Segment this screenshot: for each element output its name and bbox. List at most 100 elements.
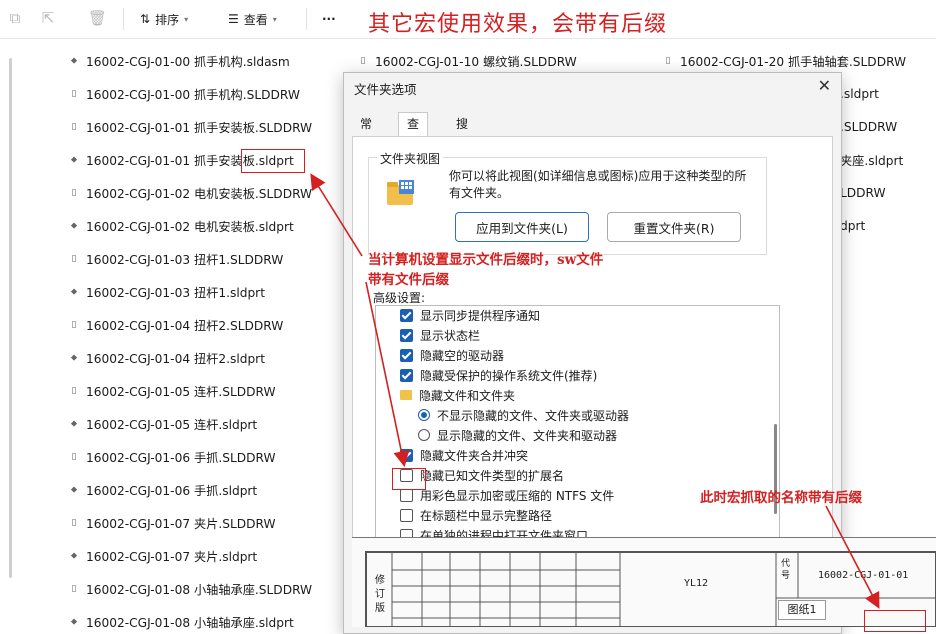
- file-name-fragment: .sldprt: [840, 87, 879, 101]
- close-icon[interactable]: ✕: [818, 76, 831, 95]
- file-name: 16002-CGJ-01-04 扭杆2.SLDDRW: [86, 319, 284, 333]
- file-item[interactable]: ⬥ 16002-CGJ-01-02 电机安装板.sldprt: [68, 217, 294, 235]
- file-item-partial[interactable]: .SLDDRW: [840, 118, 897, 136]
- file-name: 16002-CGJ-01-03 扭杆1.SLDDRW: [86, 253, 284, 267]
- file-item[interactable]: ▯ 16002-CGJ-01-07 夹片.SLDDRW: [68, 514, 276, 532]
- file-item-partial[interactable]: dprt: [840, 217, 865, 235]
- file-item[interactable]: ⬥ 16002-CGJ-01-03 扭杆1.sldprt: [68, 283, 265, 301]
- file-item[interactable]: ▯ 16002-CGJ-01-02 电机安装板.SLDDRW: [68, 184, 313, 202]
- chevron-down-icon: ▾: [272, 14, 277, 24]
- part-file-icon: ⬥: [70, 617, 78, 627]
- share-icon[interactable]: ⇱: [40, 10, 56, 26]
- radio-button[interactable]: [418, 409, 430, 421]
- checkbox[interactable]: [400, 308, 413, 322]
- checkbox[interactable]: [400, 488, 413, 502]
- advanced-option-6[interactable]: 显示隐藏的文件、文件夹和驱动器: [418, 426, 617, 444]
- file-item[interactable]: ▯ 16002-CGJ-01-10 螺纹销.SLDDRW: [357, 52, 577, 70]
- option-label: 隐藏空的驱动器: [420, 348, 505, 363]
- file-item[interactable]: ▯ 16002-CGJ-01-04 扭杆2.SLDDRW: [68, 316, 284, 334]
- delete-icon[interactable]: 🗑: [88, 10, 107, 26]
- file-item[interactable]: ⬥ 16002-CGJ-01-08 小轴轴承座.sldprt: [68, 613, 294, 631]
- file-name: 16002-CGJ-01-08 小轴轴承座.sldprt: [86, 616, 294, 630]
- file-name: 16002-CGJ-01-00 抓手机构.sldasm: [86, 55, 290, 69]
- file-name: 16002-CGJ-01-02 电机安装板.SLDDRW: [86, 187, 313, 201]
- file-name: 16002-CGJ-01-10 螺纹销.SLDDRW: [375, 55, 577, 69]
- file-item-partial[interactable]: 夹座.sldprt: [840, 151, 903, 169]
- view-button[interactable]: ☰ 查看 ▾: [228, 10, 277, 28]
- file-name-fragment: dprt: [840, 219, 866, 233]
- part-file-icon: ⬥: [70, 287, 78, 297]
- code-label: 代号: [781, 559, 791, 581]
- advanced-option-3[interactable]: 隐藏受保护的操作系统文件(推荐): [400, 366, 597, 384]
- drawing-file-icon: ▯: [71, 122, 77, 132]
- file-item[interactable]: ▯ 16002-CGJ-01-08 小轴轴承座.SLDDRW: [68, 580, 313, 598]
- dialog-title: 文件夹选项: [354, 82, 417, 97]
- advanced-settings-label: 高级设置:: [373, 291, 426, 305]
- radio-button[interactable]: [418, 429, 430, 441]
- advanced-option-2[interactable]: 隐藏空的驱动器: [400, 346, 504, 364]
- advanced-option-9[interactable]: 用彩色显示加密或压缩的 NTFS 文件: [400, 486, 614, 504]
- file-name-fragment: .SLDDRW: [840, 120, 898, 134]
- file-item[interactable]: ▯ 16002-CGJ-01-00 抓手机构.SLDDRW: [68, 85, 300, 103]
- file-item[interactable]: ⬥ 16002-CGJ-01-05 连杆.sldprt: [68, 415, 257, 433]
- advanced-option-10[interactable]: 在标题栏中显示完整路径: [400, 506, 552, 524]
- file-item[interactable]: ▯ 16002-CGJ-01-01 抓手安装板.SLDDRW: [68, 118, 313, 136]
- toolbar-separator: [123, 8, 124, 30]
- file-item[interactable]: ⬥ 16002-CGJ-01-00 抓手机构.sldasm: [68, 52, 290, 70]
- copy-icon[interactable]: ⧉: [7, 10, 23, 26]
- group-description: 你可以将此视图(如详细信息或图标)应用于这种类型的所有文件夹。: [449, 169, 747, 200]
- advanced-option-7[interactable]: 隐藏文件夹合并冲突: [400, 446, 528, 464]
- file-item[interactable]: ▯ 16002-CGJ-01-03 扭杆1.SLDDRW: [68, 250, 284, 268]
- part-file-icon: ⬥: [70, 485, 78, 495]
- file-item[interactable]: ▯ 16002-CGJ-01-05 连杆.SLDDRW: [68, 382, 276, 400]
- view-icon: ☰: [228, 12, 239, 26]
- checkbox[interactable]: [400, 328, 413, 342]
- file-name-fragment: LDDRW: [840, 186, 886, 200]
- advanced-option-4[interactable]: 隐藏文件和文件夹: [400, 386, 515, 404]
- checkbox[interactable]: [400, 508, 413, 522]
- annotation-title: 其它宏使用效果，会带有后缀: [368, 12, 668, 37]
- file-item[interactable]: ▯ 16002-CGJ-01-20 抓手轴轴套.SLDDRW: [662, 52, 907, 70]
- annotation-extension-line2: 带有文件后缀: [368, 272, 449, 288]
- file-item-partial[interactable]: .sldprt: [840, 85, 879, 103]
- file-item[interactable]: ▯ 16002-CGJ-01-06 手抓.SLDDRW: [68, 448, 276, 466]
- checkbox[interactable]: [400, 448, 413, 462]
- option-label: 用彩色显示加密或压缩的 NTFS 文件: [420, 488, 615, 503]
- drawing-file-icon: ▯: [71, 89, 77, 99]
- title-block-text: YL12: [684, 578, 709, 589]
- option-label: 隐藏文件和文件夹: [419, 388, 516, 403]
- file-name: 16002-CGJ-01-02 电机安装板.sldprt: [86, 220, 294, 234]
- apply-to-folders-button[interactable]: 应用到文件夹(L): [455, 212, 589, 242]
- option-label: 隐藏已知文件类型的扩展名: [420, 468, 565, 483]
- advanced-option-1[interactable]: 显示状态栏: [400, 326, 480, 344]
- file-item[interactable]: ⬥ 16002-CGJ-01-06 手抓.sldprt: [68, 481, 257, 499]
- group-label: 文件夹视图: [377, 150, 444, 167]
- annotation-extension-line1: 当计算机设置显示文件后缀时，sw文件: [368, 252, 604, 268]
- part-file-icon: ⬥: [70, 353, 78, 363]
- file-item[interactable]: ⬥ 16002-CGJ-01-07 夹片.sldprt: [68, 547, 257, 565]
- checkbox[interactable]: [400, 348, 413, 362]
- reset-folders-button[interactable]: 重置文件夹(R): [607, 212, 741, 242]
- view-label: 查看: [243, 12, 268, 27]
- checkbox[interactable]: [400, 368, 413, 382]
- file-name: 16002-CGJ-01-20 抓手轴轴套.SLDDRW: [680, 55, 907, 69]
- file-item[interactable]: ⬥ 16002-CGJ-01-04 扭杆2.sldprt: [68, 349, 265, 367]
- advanced-option-5[interactable]: 不显示隐藏的文件、文件夹或驱动器: [418, 406, 629, 424]
- file-name: 16002-CGJ-01-07 夹片.sldprt: [86, 550, 258, 564]
- tab-search[interactable]: 搜索: [448, 113, 476, 153]
- sheet-tab[interactable]: 图纸1: [778, 600, 826, 620]
- drawing-file-icon: ▯: [71, 188, 77, 198]
- file-name: 16002-CGJ-01-05 连杆.SLDDRW: [86, 385, 276, 399]
- option-label: 显示隐藏的文件、文件夹和驱动器: [437, 428, 618, 443]
- more-button[interactable]: ···: [322, 10, 336, 28]
- advanced-option-0[interactable]: 显示同步提供程序通知: [400, 306, 540, 324]
- file-item-partial[interactable]: LDDRW: [840, 184, 886, 202]
- sort-button[interactable]: ⇅ 排序 ▾: [140, 10, 188, 28]
- option-label: 显示状态栏: [420, 328, 481, 343]
- option-label: 不显示隐藏的文件、文件夹或驱动器: [437, 408, 630, 423]
- tab-general[interactable]: 常规: [352, 113, 380, 153]
- sort-icon: ⇅: [140, 12, 151, 26]
- tab-view[interactable]: 查看: [398, 112, 429, 153]
- nav-pane-scrollbar[interactable]: [9, 58, 12, 578]
- file-name: 16002-CGJ-01-07 夹片.SLDDRW: [86, 517, 276, 531]
